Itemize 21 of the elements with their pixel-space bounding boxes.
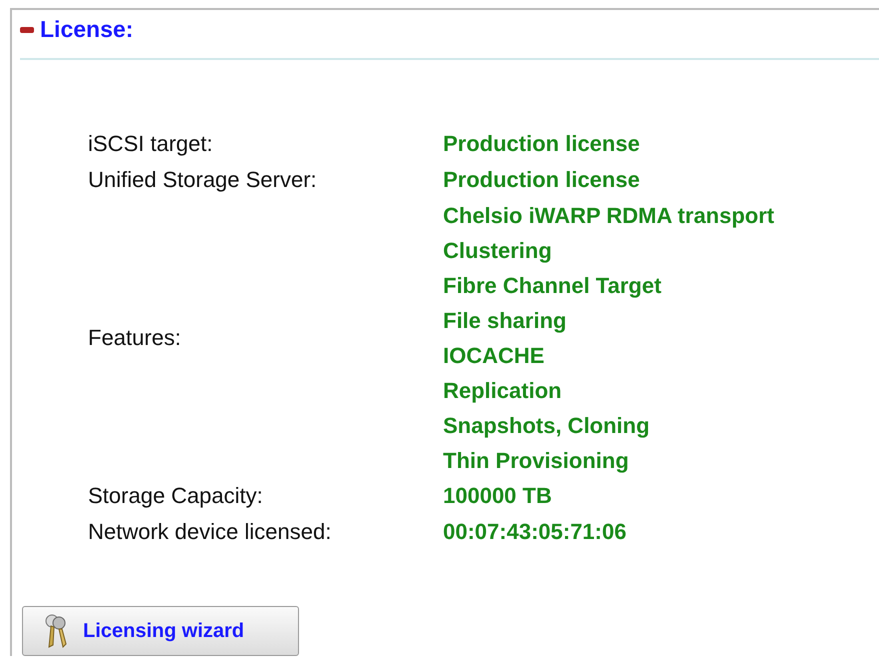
licensing-wizard-button[interactable]: Licensing wizard	[22, 606, 299, 656]
feature-value: Snapshots, Cloning	[443, 412, 651, 440]
feature-value: Clustering	[443, 237, 553, 265]
feature-value: Chelsio iWARP RDMA transport	[443, 202, 774, 230]
field-value: 00:07:43:05:71:06	[443, 519, 626, 544]
collapse-icon[interactable]	[20, 26, 34, 32]
feature-value: Fibre Channel Target	[443, 272, 662, 300]
field-label: Unified Storage Server:	[88, 167, 317, 192]
feature-value: Replication	[443, 377, 563, 405]
field-label: iSCSI target:	[88, 131, 213, 156]
section-title: License:	[40, 16, 134, 43]
field-value: Production license	[443, 131, 640, 156]
field-value: Production license	[443, 167, 640, 192]
field-label: Storage Capacity:	[88, 483, 263, 508]
feature-value: IOCACHE	[443, 342, 546, 370]
feature-value: Thin Provisioning	[443, 447, 630, 475]
field-label: Features:	[88, 325, 181, 350]
feature-value: File sharing	[443, 307, 568, 335]
keys-icon	[43, 613, 69, 649]
field-value: 100000 TB	[443, 483, 552, 508]
field-label: Network device licensed:	[88, 519, 332, 544]
